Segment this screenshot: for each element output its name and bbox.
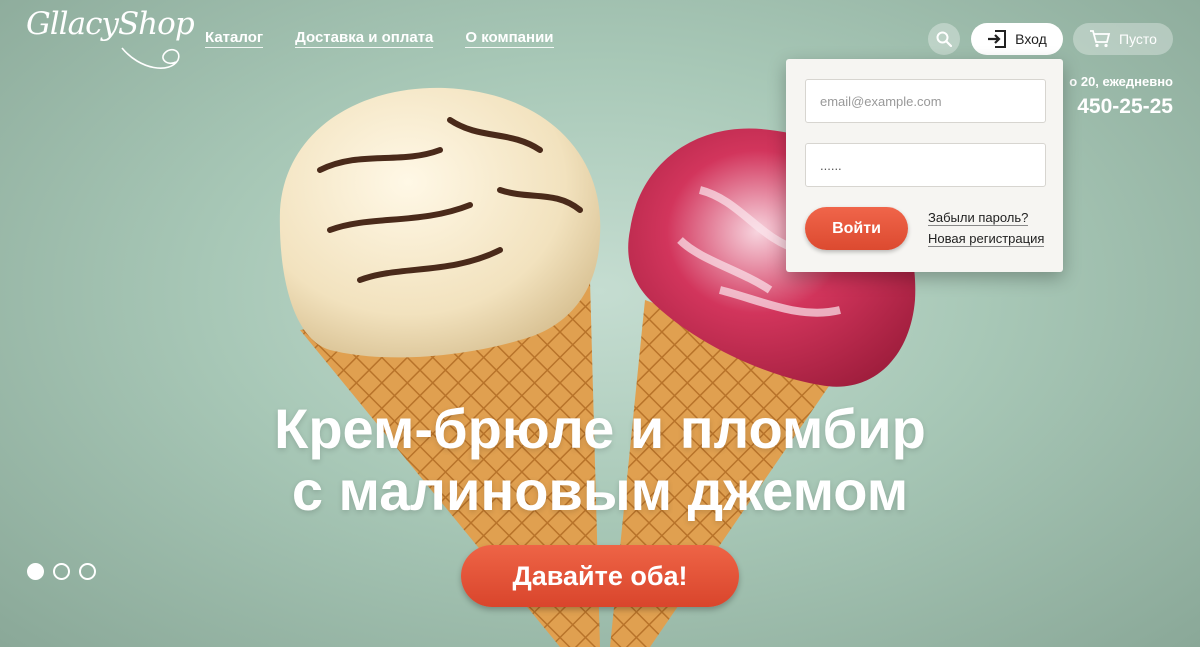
slider-dot-2[interactable] <box>53 563 70 580</box>
working-hours: о 20, ежедневно <box>1069 74 1173 89</box>
sign-in-icon <box>988 30 1007 48</box>
slider-pagination <box>27 563 96 580</box>
main-nav: Каталог Доставка и оплата О компании <box>205 29 554 48</box>
search-icon <box>936 31 952 47</box>
nav-item-delivery[interactable]: Доставка и оплата <box>295 29 434 48</box>
register-link[interactable]: Новая регистрация <box>928 231 1045 247</box>
search-button[interactable] <box>928 23 960 55</box>
cart-button[interactable]: Пусто <box>1073 23 1173 55</box>
hero-headline-line-2: с малиновым джемом <box>291 459 909 522</box>
hero-cta-button[interactable]: Давайте оба! <box>461 545 739 607</box>
phone-number[interactable]: 450-25-25 <box>1069 95 1173 119</box>
forgot-password-link[interactable]: Забыли пароль? <box>928 210 1029 226</box>
login-button[interactable]: Вход <box>971 23 1063 55</box>
login-submit-button[interactable]: Войти <box>805 207 908 250</box>
hero-headline: Крем-брюле и пломбир с малиновым джемом <box>0 398 1200 522</box>
nav-item-about[interactable]: О компании <box>465 29 554 48</box>
contact-info: о 20, ежедневно 450-25-25 <box>1069 74 1173 119</box>
slider-dot-3[interactable] <box>79 563 96 580</box>
password-field[interactable] <box>805 143 1046 187</box>
hero-headline-line-1: Крем-брюле и пломбир <box>274 397 926 460</box>
logo[interactable]: GllacyShop <box>26 6 195 42</box>
email-field[interactable] <box>805 79 1046 123</box>
logo-swash-icon <box>121 47 180 69</box>
login-button-label: Вход <box>1015 31 1047 47</box>
cart-icon <box>1090 30 1111 48</box>
slider-dot-1[interactable] <box>27 563 44 580</box>
nav-item-catalog[interactable]: Каталог <box>205 29 264 48</box>
login-dropdown: Войти Забыли пароль? Новая регистрация <box>786 59 1063 272</box>
cart-button-label: Пусто <box>1119 31 1157 47</box>
